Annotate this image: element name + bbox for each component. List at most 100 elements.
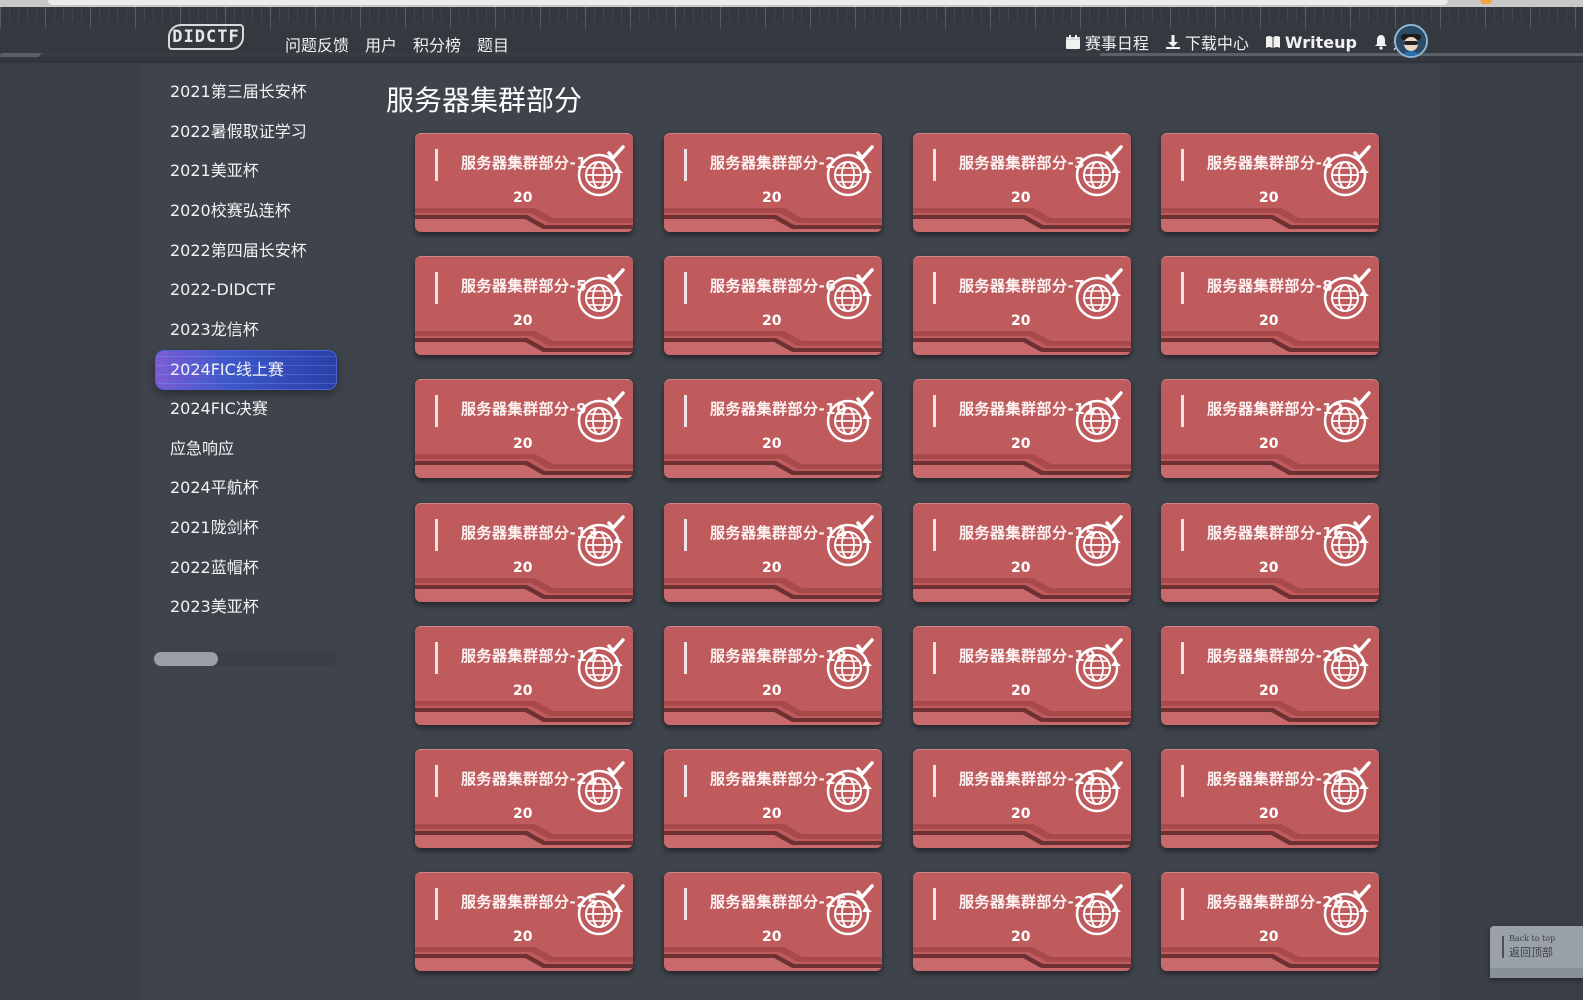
right-background xyxy=(1440,64,1583,1000)
nav-link-schedule-label: 赛事日程 xyxy=(1084,34,1149,53)
card-stripe-decoration xyxy=(415,208,633,232)
globe-solved-icon xyxy=(826,638,874,690)
card-accent-bar xyxy=(1181,395,1184,427)
back-to-top-base xyxy=(1490,968,1583,978)
challenge-card[interactable]: 服务器集群部分-11 20 xyxy=(913,379,1131,478)
back-to-top-en: Back to top xyxy=(1509,934,1556,943)
nav-link-writeup[interactable]: Writeup xyxy=(1265,33,1357,52)
globe-solved-icon xyxy=(826,515,874,567)
sidebar-item[interactable]: 2021陇剑杯 xyxy=(156,516,336,556)
card-stripe-decoration xyxy=(664,331,882,355)
nav-link-users[interactable]: 用户 xyxy=(365,32,397,56)
card-accent-bar xyxy=(933,149,936,181)
card-accent-bar xyxy=(1181,642,1184,674)
nav-secondary-links: 赛事日程 下载中心 Writeup 通知 xyxy=(1065,30,1425,54)
challenge-card[interactable]: 服务器集群部分-5 20 xyxy=(415,256,633,355)
sidebar-item[interactable]: 应急响应 xyxy=(156,437,336,477)
card-accent-bar xyxy=(435,149,438,181)
sidebar-item[interactable]: 2023美亚杯 xyxy=(156,595,336,635)
card-stripe-decoration xyxy=(1161,578,1379,602)
card-accent-bar xyxy=(1181,888,1184,920)
left-background xyxy=(0,64,140,1000)
user-avatar[interactable] xyxy=(1394,24,1428,58)
challenge-card[interactable]: 服务器集群部分-22 20 xyxy=(664,749,882,848)
challenge-card[interactable]: 服务器集群部分-14 20 xyxy=(664,503,882,602)
challenge-card[interactable]: 服务器集群部分-21 20 xyxy=(415,749,633,848)
challenge-card[interactable]: 服务器集群部分-8 20 xyxy=(1161,256,1379,355)
challenge-card[interactable]: 服务器集群部分-12 20 xyxy=(1161,379,1379,478)
nav-link-scoreboard[interactable]: 积分榜 xyxy=(413,32,461,56)
challenge-card[interactable]: 服务器集群部分-7 20 xyxy=(913,256,1131,355)
sidebar-item[interactable]: 2022第四届长安杯 xyxy=(156,239,336,279)
challenge-card[interactable]: 服务器集群部分-28 20 xyxy=(1161,872,1379,971)
challenge-card[interactable]: 服务器集群部分-13 20 xyxy=(415,503,633,602)
card-accent-bar xyxy=(933,395,936,427)
sidebar-item[interactable]: 2020校赛弘连杯 xyxy=(156,199,336,239)
challenge-card[interactable]: 服务器集群部分-17 20 xyxy=(415,626,633,725)
globe-solved-icon xyxy=(1075,391,1123,443)
challenge-card[interactable]: 服务器集群部分-20 20 xyxy=(1161,626,1379,725)
sidebar-item[interactable]: 2024FIC决赛 xyxy=(156,397,336,437)
challenge-card[interactable]: 服务器集群部分-16 20 xyxy=(1161,503,1379,602)
sidebar-item-active[interactable]: 2024FIC线上赛 xyxy=(156,350,336,389)
globe-solved-icon xyxy=(1323,391,1371,443)
sidebar-item[interactable]: 2021美亚杯 xyxy=(156,159,336,199)
challenge-card[interactable]: 服务器集群部分-4 20 xyxy=(1161,133,1379,232)
card-accent-bar xyxy=(684,272,687,304)
card-accent-bar xyxy=(933,272,936,304)
challenge-card[interactable]: 服务器集群部分-19 20 xyxy=(913,626,1131,725)
sidebar-item-label: 应急响应 xyxy=(170,438,235,458)
card-stripe-decoration xyxy=(1161,454,1379,478)
sidebar-item[interactable]: 2021第三届长安杯 xyxy=(156,80,336,120)
challenge-card[interactable]: 服务器集群部分-24 20 xyxy=(1161,749,1379,848)
card-accent-bar xyxy=(933,519,936,551)
challenge-title: 服务器集群部分-7 xyxy=(959,277,1086,295)
sidebar-item-label: 2020校赛弘连杯 xyxy=(170,201,291,221)
browser-chrome-edge xyxy=(0,0,1583,7)
site-logo[interactable]: DIDCTF xyxy=(168,24,244,50)
nav-link-downloads[interactable]: 下载中心 xyxy=(1165,30,1249,54)
card-stripe-decoration xyxy=(415,824,633,848)
calendar-icon xyxy=(1065,35,1080,49)
card-accent-bar xyxy=(1181,519,1184,551)
globe-solved-icon xyxy=(1075,268,1123,320)
challenge-card[interactable]: 服务器集群部分-2 20 xyxy=(664,133,882,232)
sidebar-item[interactable]: 2022暑假取证学习 xyxy=(156,120,336,160)
sidebar-item[interactable]: 2022蓝帽杯 xyxy=(156,556,336,596)
challenge-card[interactable]: 服务器集群部分-25 20 xyxy=(415,872,633,971)
challenge-card[interactable]: 服务器集群部分-27 20 xyxy=(913,872,1131,971)
globe-solved-icon xyxy=(577,268,625,320)
sidebar-scrollbar[interactable] xyxy=(154,652,336,666)
card-stripe-decoration xyxy=(664,578,882,602)
nav-main-links: 问题反馈 用户 积分榜 题目 xyxy=(285,32,509,56)
challenge-card[interactable]: 服务器集群部分-3 20 xyxy=(913,133,1131,232)
challenge-card[interactable]: 服务器集群部分-6 20 xyxy=(664,256,882,355)
globe-solved-icon xyxy=(826,268,874,320)
sidebar-item[interactable]: 2024平航杯 xyxy=(156,476,336,516)
bell-icon xyxy=(1374,35,1387,50)
scrollbar-thumb[interactable] xyxy=(154,652,218,666)
nav-link-downloads-label: 下载中心 xyxy=(1184,34,1249,53)
challenge-card[interactable]: 服务器集群部分-15 20 xyxy=(913,503,1131,602)
nav-link-schedule[interactable]: 赛事日程 xyxy=(1065,30,1149,54)
nav-link-feedback[interactable]: 问题反馈 xyxy=(285,32,349,56)
challenge-card[interactable]: 服务器集群部分-26 20 xyxy=(664,872,882,971)
back-to-top-button[interactable]: Back to top 返回顶部 xyxy=(1490,926,1583,978)
challenge-card[interactable]: 服务器集群部分-1 20 xyxy=(415,133,633,232)
challenge-card[interactable]: 服务器集群部分-9 20 xyxy=(415,379,633,478)
card-accent-bar xyxy=(684,149,687,181)
card-stripe-decoration xyxy=(1161,824,1379,848)
challenge-card[interactable]: 服务器集群部分-18 20 xyxy=(664,626,882,725)
challenge-card[interactable]: 服务器集群部分-23 20 xyxy=(913,749,1131,848)
card-stripe-decoration xyxy=(664,824,882,848)
card-accent-bar xyxy=(435,765,438,797)
card-accent-bar xyxy=(684,395,687,427)
extension-icon[interactable] xyxy=(1480,0,1492,4)
sidebar-item[interactable]: 2022-DIDCTF xyxy=(156,278,336,318)
challenge-card[interactable]: 服务器集群部分-10 20 xyxy=(664,379,882,478)
top-navbar: DIDCTF 问题反馈 用户 积分榜 题目 赛事日程 下载中心 Writeup … xyxy=(0,7,1583,63)
globe-solved-icon xyxy=(577,145,625,197)
nav-link-challenges[interactable]: 题目 xyxy=(477,32,509,56)
card-stripe-decoration xyxy=(664,454,882,478)
avatar-icon xyxy=(1396,26,1426,56)
